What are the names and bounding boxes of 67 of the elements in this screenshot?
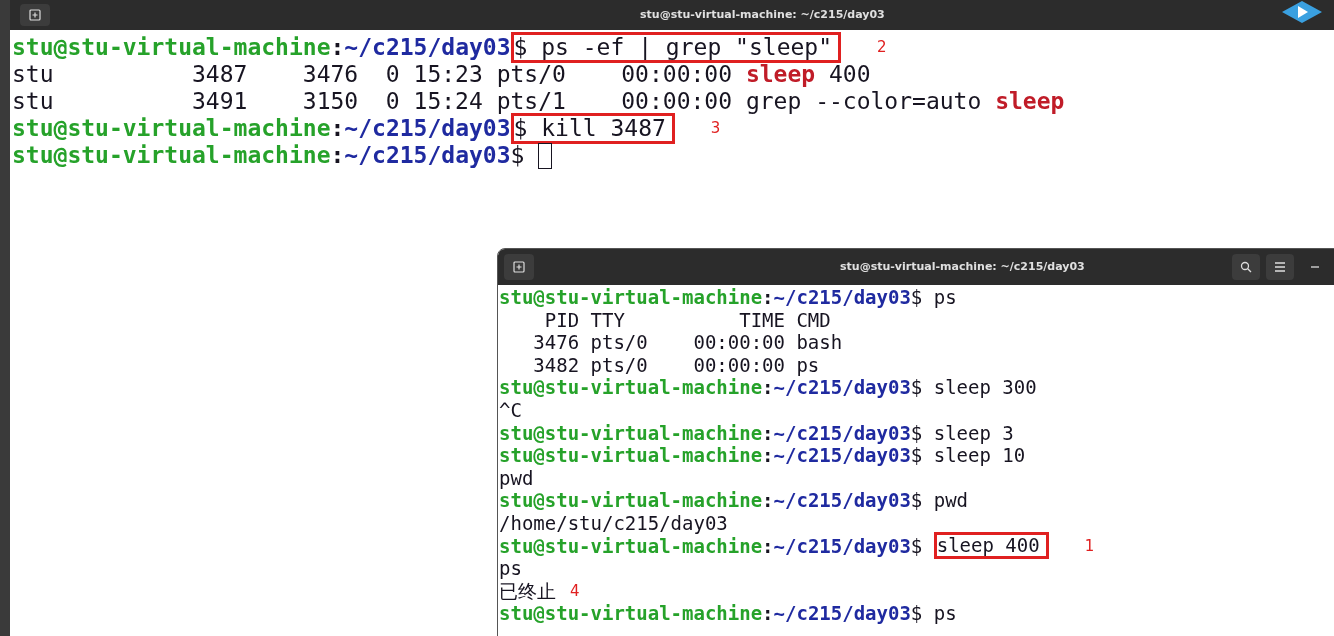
terminal-text: $ ps bbox=[910, 601, 957, 627]
minimize-icon bbox=[1311, 266, 1319, 268]
window-title: stu@stu-virtual-machine: ~/c215/day03 bbox=[840, 258, 1085, 275]
terminal-text: $ sleep 10 bbox=[910, 444, 1026, 469]
prompt-separator: : bbox=[762, 420, 774, 446]
terminal-text: $ kill 3487 bbox=[513, 115, 666, 141]
menu-button[interactable] bbox=[1266, 254, 1294, 280]
match-highlight: sleep bbox=[995, 87, 1065, 117]
terminal-text: $ ps bbox=[910, 285, 957, 311]
new-tab-icon bbox=[29, 9, 41, 21]
prompt-separator: : bbox=[330, 114, 345, 144]
annotation-number: 4 bbox=[570, 580, 580, 602]
prompt-separator: : bbox=[762, 285, 774, 311]
match-highlight: sleep bbox=[745, 60, 816, 90]
prompt-user: stu@stu-virtual-machine bbox=[499, 376, 763, 401]
terminal-text: ps bbox=[499, 556, 522, 582]
terminal-text: ^C bbox=[499, 398, 522, 423]
new-tab-button[interactable] bbox=[504, 254, 534, 280]
prompt-separator: : bbox=[762, 488, 774, 514]
prompt-path: ~/c215/day03 bbox=[344, 33, 511, 63]
annotation-number: 3 bbox=[710, 118, 721, 140]
prompt-user: stu@stu-virtual-machine bbox=[499, 489, 763, 514]
terminal-text: $ ps -ef | grep "sleep" bbox=[513, 34, 833, 60]
prompt-separator: : bbox=[330, 141, 345, 171]
prompt-path: ~/c215/day03 bbox=[344, 114, 511, 144]
terminal-text: $ sleep 300 bbox=[910, 375, 1037, 401]
terminal-text: $ sleep 3 bbox=[910, 420, 1014, 446]
prompt-user: stu@stu-virtual-machine bbox=[499, 420, 763, 446]
window-title: stu@stu-virtual-machine: ~/c215/day03 bbox=[640, 6, 885, 23]
prompt-path: ~/c215/day03 bbox=[773, 376, 911, 401]
prompt-path: ~/c215/day03 bbox=[773, 601, 911, 627]
prompt-user: stu@stu-virtual-machine bbox=[499, 601, 763, 627]
prompt-user: stu@stu-virtual-machine bbox=[12, 114, 331, 144]
search-button[interactable] bbox=[1232, 254, 1260, 280]
prompt-separator: : bbox=[762, 601, 774, 627]
prompt-user: stu@stu-virtual-machine bbox=[499, 534, 763, 559]
terminal-text: $ bbox=[910, 533, 924, 559]
prompt-path: ~/c215/day03 bbox=[773, 533, 911, 559]
prompt-separator: : bbox=[330, 33, 345, 63]
prompt-path: ~/c215/day03 bbox=[344, 141, 511, 171]
terminal-text: $ bbox=[510, 141, 526, 171]
terminal-text: 3476 pts/0 00:00:00 bash bbox=[532, 330, 843, 356]
prompt-path: ~/c215/day03 bbox=[773, 285, 911, 311]
terminal-text: sleep 400 bbox=[936, 534, 1040, 557]
prompt-user: stu@stu-virtual-machine bbox=[12, 141, 331, 171]
prompt-user: stu@stu-virtual-machine bbox=[12, 33, 331, 63]
terminal-text: 已终止 bbox=[499, 579, 556, 604]
terminal-text: PID TTY TIME CMD bbox=[543, 308, 831, 333]
terminal-text: stu 3487 3476 0 15:23 pts/0 00:00:00 bbox=[12, 60, 734, 90]
prompt-path: ~/c215/day03 bbox=[773, 488, 911, 514]
terminal-text: 400 bbox=[828, 60, 871, 90]
terminal-text: stu 3491 3150 0 15:24 pts/1 00:00:00 grep --color=auto bbox=[12, 87, 983, 117]
new-tab-button[interactable] bbox=[20, 4, 50, 26]
menu-icon bbox=[1274, 262, 1286, 272]
prompt-user: stu@stu-virtual-machine bbox=[499, 285, 763, 311]
new-tab-icon bbox=[513, 261, 525, 273]
terminal-text: $ pwd bbox=[910, 488, 969, 514]
terminal-text: 3482 pts/0 00:00:00 ps bbox=[532, 353, 820, 378]
prompt-separator: : bbox=[762, 443, 774, 469]
annotation-number: 1 bbox=[1084, 535, 1095, 557]
prompt-separator: : bbox=[762, 375, 774, 401]
terminal-text: /home/stu/c215/day03 bbox=[499, 511, 728, 536]
prompt-path: ~/c215/day03 bbox=[773, 444, 911, 469]
search-icon bbox=[1240, 261, 1252, 273]
annotation-number: 2 bbox=[877, 37, 887, 59]
prompt-separator: : bbox=[762, 533, 774, 559]
prompt-path: ~/c215/day03 bbox=[773, 420, 911, 446]
